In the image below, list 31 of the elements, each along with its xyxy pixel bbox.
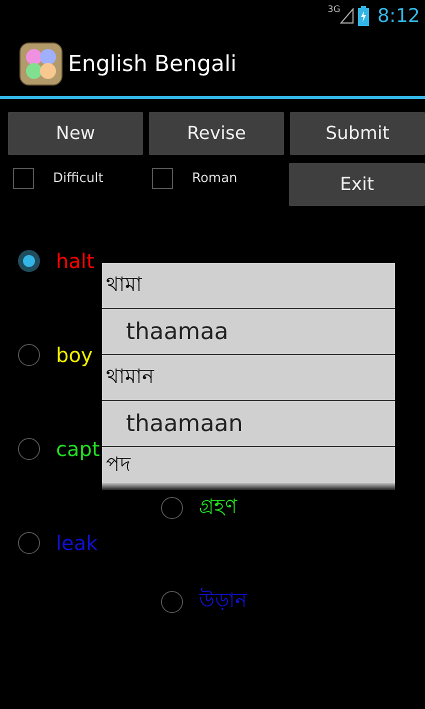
dropdown-item[interactable]: পদ	[102, 447, 395, 483]
action-button[interactable]: New	[8, 112, 143, 155]
answer-label: উড়ান	[199, 586, 247, 614]
action-button[interactable]: Revise	[149, 112, 284, 155]
checkbox[interactable]	[152, 168, 173, 189]
signal-icon	[340, 8, 354, 24]
battery-charging-icon	[358, 6, 370, 26]
radio-button[interactable]	[161, 590, 183, 612]
app-icon	[19, 42, 63, 86]
clock-time: 8:12	[377, 5, 420, 27]
radio-button[interactable]	[18, 344, 40, 366]
dropdown-item[interactable]: থামা	[102, 263, 395, 309]
network-label: 3G	[328, 5, 340, 15]
exit-button[interactable]: Exit	[289, 163, 425, 206]
answer-label: গ্রহণ	[199, 493, 237, 520]
radio-button[interactable]	[161, 496, 183, 518]
radio-button[interactable]	[18, 532, 40, 554]
word-label: leak	[56, 530, 98, 554]
radio-button[interactable]	[18, 250, 40, 272]
checkbox-label: Roman	[192, 171, 238, 186]
dropdown-item[interactable]: thaamaan	[102, 401, 395, 447]
app-title: English Bengali	[68, 52, 237, 76]
word-label: boy	[56, 342, 93, 366]
action-button[interactable]: Submit	[290, 112, 425, 155]
word-label: capt	[56, 436, 100, 460]
radio-button[interactable]	[18, 438, 40, 460]
checkbox-label: Difficult	[53, 171, 104, 186]
word-label: halt	[56, 248, 94, 272]
dropdown-item[interactable]: থামান	[102, 355, 395, 401]
checkbox[interactable]	[13, 168, 34, 189]
dropdown-item[interactable]: thaamaa	[102, 309, 395, 355]
